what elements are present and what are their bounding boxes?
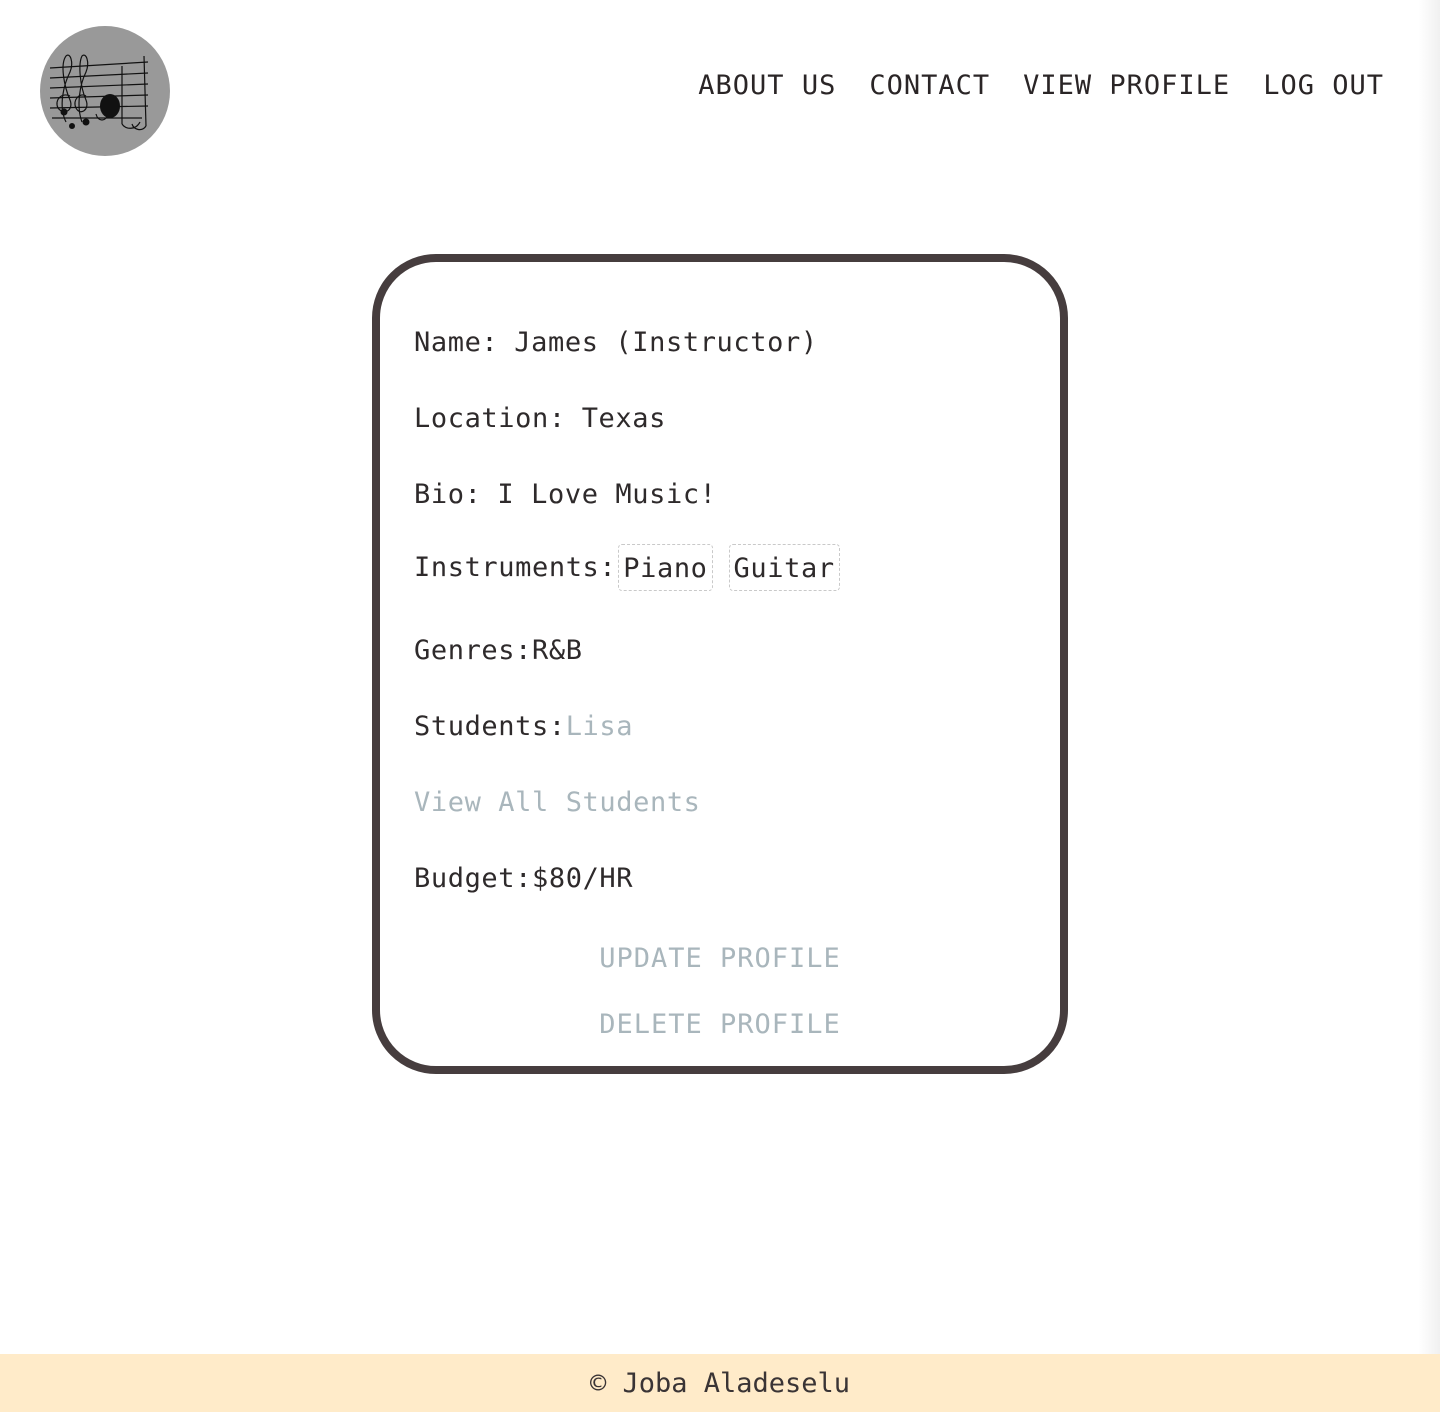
update-profile-button[interactable]: UPDATE PROFILE xyxy=(380,943,1060,974)
nav-log-out[interactable]: LOG OUT xyxy=(1263,70,1384,101)
view-all-students-link[interactable]: View All Students xyxy=(414,787,701,818)
view-all-students-row: View All Students xyxy=(414,787,701,818)
instrument-chip: Guitar xyxy=(728,544,840,591)
budget-row: Budget: $80/HR xyxy=(414,863,633,894)
student-link[interactable]: Lisa xyxy=(566,711,633,742)
scroll-edge xyxy=(1418,0,1440,1354)
location-row: Location: Texas xyxy=(414,403,666,434)
delete-profile-button[interactable]: DELETE PROFILE xyxy=(380,1009,1060,1040)
music-staff-icon xyxy=(49,54,149,131)
instruments-label: Instruments: xyxy=(414,552,617,583)
budget-value: $80/HR xyxy=(532,863,634,894)
location-label: Location: xyxy=(414,403,566,434)
name-label: Name: xyxy=(414,327,499,358)
top-nav: ABOUT US CONTACT VIEW PROFILE LOG OUT xyxy=(698,70,1384,101)
footer: © Joba Aladeselu xyxy=(0,1354,1440,1412)
instrument-chip: Piano xyxy=(618,544,713,591)
nav-about-us[interactable]: ABOUT US xyxy=(698,70,836,101)
location-value: Texas xyxy=(581,403,666,434)
bio-row: Bio: I Love Music! xyxy=(414,479,717,510)
bio-label: Bio: xyxy=(414,479,482,510)
page: ABOUT US CONTACT VIEW PROFILE LOG OUT Na… xyxy=(0,0,1440,1412)
budget-label: Budget: xyxy=(414,863,532,894)
bio-value: I Love Music! xyxy=(497,479,717,510)
genres-label: Genres: xyxy=(414,635,532,666)
copyright-text: © Joba Aladeselu xyxy=(589,1367,851,1399)
name-row: Name: James (Instructor) xyxy=(414,327,818,358)
students-row: Students: Lisa xyxy=(414,711,633,742)
logo[interactable] xyxy=(40,26,170,156)
genres-value: R&B xyxy=(532,635,583,666)
profile-card: Name: James (Instructor) Location: Texas B… xyxy=(372,254,1068,1074)
students-label: Students: xyxy=(414,711,566,742)
nav-view-profile[interactable]: VIEW PROFILE xyxy=(1023,70,1230,101)
nav-contact[interactable]: CONTACT xyxy=(869,70,990,101)
genres-row: Genres: R&B xyxy=(414,635,583,666)
name-value: James (Instructor) xyxy=(514,327,818,358)
instruments-row: Instruments: Piano Guitar xyxy=(414,544,854,591)
